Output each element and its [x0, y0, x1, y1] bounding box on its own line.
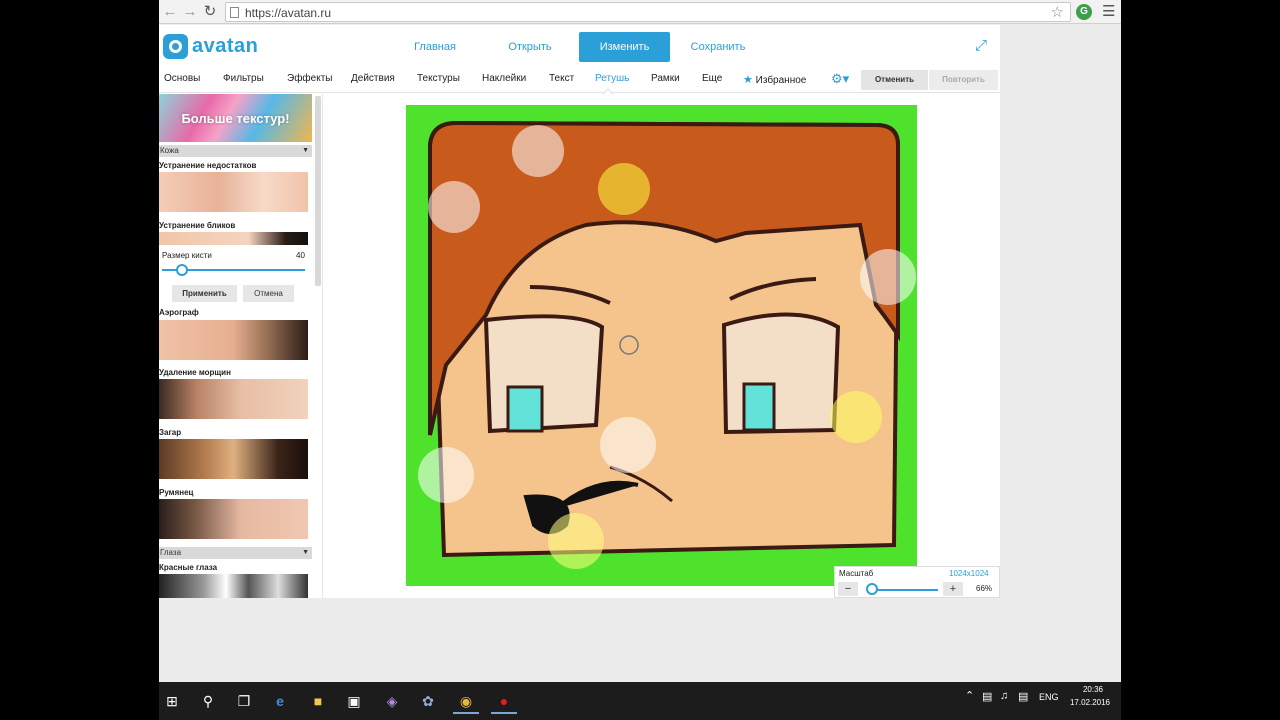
wrinkle-label[interactable]: Удаление морщин [159, 368, 231, 377]
network-icon[interactable]: ▤ [982, 690, 992, 703]
nav-open[interactable]: Открыть [484, 32, 576, 62]
category-skin[interactable]: Кожа ▼ [159, 145, 312, 157]
nav-edit[interactable]: Изменить [579, 32, 670, 62]
brush-size-knob[interactable] [176, 264, 189, 276]
zoom-out-button[interactable]: − [838, 582, 858, 596]
blemish-label[interactable]: Устранение недостатков [159, 161, 256, 170]
zoom-slider-knob[interactable] [865, 583, 878, 595]
category-eyes[interactable]: Глаза ▼ [159, 547, 312, 559]
tab-filters[interactable]: Фильтры [223, 73, 264, 84]
blush-label[interactable]: Румянец [159, 488, 193, 497]
retouch-panel: Больше текстур! Кожа ▼ Устранение недоста… [159, 94, 323, 598]
zoom-percent: 66% [976, 584, 993, 593]
nav-save[interactable]: Сохранить [672, 32, 764, 62]
store-icon[interactable]: ▣ [341, 688, 367, 714]
start-icon[interactable]: ⊞ [159, 688, 185, 714]
airbrush-label[interactable]: Аэрограф [159, 308, 199, 317]
banner-text: Больше текстур! [181, 111, 290, 126]
tab-retouch[interactable]: Ретушь [595, 73, 629, 84]
page-icon [230, 7, 239, 18]
tray-chevron-up-icon[interactable]: ⌃ [965, 689, 974, 702]
clock-time[interactable]: 20:36 [1071, 685, 1115, 694]
task-view-icon[interactable]: ❐ [231, 688, 257, 714]
sidebar-scrollbar[interactable] [315, 96, 321, 286]
nav-home[interactable]: Главная [389, 32, 481, 62]
extension-icon[interactable]: G [1076, 4, 1092, 20]
volume-icon[interactable]: ♫ [1000, 690, 1008, 702]
left-eye [483, 314, 605, 434]
bookmark-star-icon[interactable]: ☆ [1051, 3, 1064, 21]
image-resolution: 1024x1024 [949, 569, 989, 578]
tab-stickers[interactable]: Наклейки [482, 73, 526, 84]
avatan-editor: avatan Главная Открыть Изменить Сохранит… [159, 25, 1000, 598]
left-pupil [506, 385, 544, 433]
recorder-icon[interactable]: ● [491, 688, 517, 714]
chrome-icon[interactable]: ◉ [453, 688, 479, 714]
more-textures-banner[interactable]: Больше текстур! [159, 94, 312, 142]
tab-more[interactable]: Еще [702, 73, 722, 84]
right-eye [721, 312, 841, 435]
address-bar[interactable]: https://avatan.ru ☆ [225, 2, 1071, 22]
back-icon[interactable]: ← [161, 3, 179, 21]
chevron-down-icon: ▼ [302, 147, 309, 154]
wrinkle-thumbnail[interactable] [159, 379, 308, 419]
tan-thumbnail[interactable] [159, 439, 308, 479]
tab-actions[interactable]: Действия [351, 73, 395, 84]
edge-icon[interactable]: e [267, 688, 293, 714]
language-indicator[interactable]: ENG [1039, 692, 1059, 702]
tab-effects[interactable]: Эффекты [287, 73, 332, 84]
cancel-button[interactable]: Отмена [243, 285, 294, 302]
action-center-icon[interactable]: ▤ [1018, 690, 1028, 703]
brush-size-label: Размер кисти [162, 251, 212, 260]
logo-text: avatan [192, 35, 259, 57]
brush-size-value: 40 [296, 251, 305, 260]
blush-thumbnail[interactable] [159, 499, 308, 539]
url-text[interactable]: https://avatan.ru [245, 6, 331, 20]
red-eye-label[interactable]: Красные глаза [159, 563, 217, 572]
redo-button[interactable]: Повторить [929, 70, 998, 90]
app-icon[interactable]: ✿ [415, 688, 441, 714]
category-eyes-label: Глаза [160, 548, 182, 557]
search-icon[interactable]: ⚲ [195, 688, 221, 714]
chevron-down-icon: ▼ [302, 549, 309, 556]
browser-window: ← → ↻ https://avatan.ru ☆ G ☰ avatan Гла… [159, 0, 1121, 682]
undo-button[interactable]: Отменить [861, 70, 928, 90]
reload-icon[interactable]: ↻ [201, 3, 219, 21]
category-skin-label: Кожа [160, 146, 179, 155]
zoom-panel: Масштаб 1024x1024 − + 66% [834, 566, 1000, 598]
settings-gear-icon[interactable]: ⚙▾ [831, 71, 849, 87]
fullscreen-icon[interactable]: ⤢ [975, 37, 987, 54]
tool-tabs: Основы Фильтры Эффекты Действия Текстуры… [159, 66, 1000, 93]
desktop-screen: ← → ↻ https://avatan.ru ☆ G ☰ avatan Гла… [0, 0, 1280, 720]
zoom-slider[interactable] [868, 589, 938, 591]
tan-label[interactable]: Загар [159, 428, 181, 437]
shine-thumbnail[interactable] [159, 232, 308, 245]
favorites-label: Избранное [755, 75, 807, 86]
chrome-menu-icon[interactable]: ☰ [1102, 2, 1115, 20]
forward-icon[interactable]: → [181, 3, 199, 21]
blemish-thumbnail[interactable] [159, 172, 308, 212]
logo-icon [163, 34, 188, 59]
tab-textures[interactable]: Текстуры [417, 73, 460, 84]
browser-toolbar: ← → ↻ https://avatan.ru ☆ G ☰ [159, 0, 1121, 24]
zoom-label: Масштаб [839, 569, 874, 578]
favorites-star-icon: ★ [743, 74, 753, 86]
clock-date[interactable]: 17.02.2016 [1065, 698, 1115, 707]
tab-frames[interactable]: Рамки [651, 73, 680, 84]
tab-text[interactable]: Текст [549, 73, 574, 84]
tab-favorites[interactable]: ★ Избранное [743, 73, 806, 86]
red-eye-thumbnail[interactable] [159, 574, 308, 598]
windows-taskbar: ⊞ ⚲ ❐ e ■ ▣ ◈ ✿ ◉ ● ⌃ ▤ ♫ ▤ ENG 20:36 17… [159, 682, 1121, 720]
airbrush-thumbnail[interactable] [159, 320, 308, 360]
apply-button[interactable]: Применить [172, 285, 237, 302]
shine-label[interactable]: Устранение бликов [159, 221, 235, 230]
image-canvas[interactable] [324, 94, 1000, 598]
right-pupil [742, 382, 776, 432]
tab-basics[interactable]: Основы [164, 73, 200, 84]
edited-image[interactable] [406, 105, 917, 586]
zoom-in-button[interactable]: + [943, 582, 963, 596]
file-explorer-icon[interactable]: ■ [305, 688, 331, 714]
paint-icon[interactable]: ◈ [379, 688, 405, 714]
